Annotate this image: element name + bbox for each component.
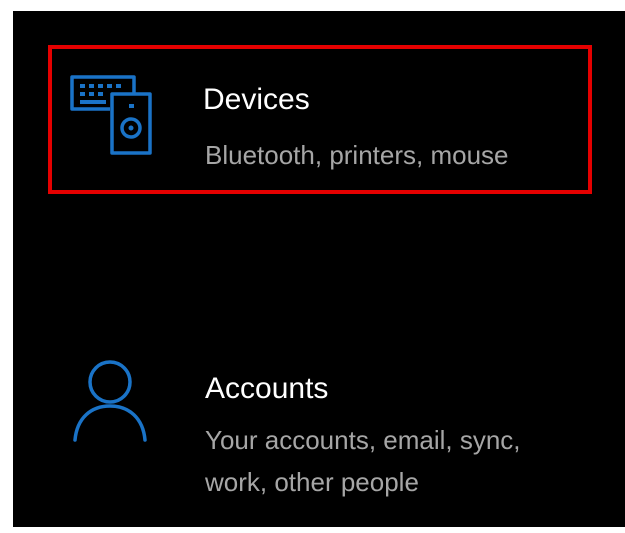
accounts-title: Accounts xyxy=(205,372,329,405)
settings-tile-devices[interactable]: Devices Bluetooth, printers, mouse xyxy=(48,45,590,192)
devices-icon xyxy=(70,75,152,155)
devices-description: Bluetooth, printers, mouse xyxy=(205,140,509,170)
person-icon xyxy=(73,360,147,442)
accounts-description-line-1: Your accounts, email, sync, xyxy=(205,425,521,455)
accounts-description-line-2: work, other people xyxy=(205,467,419,497)
settings-tile-accounts[interactable]: Accounts Your accounts, email, sync, wor… xyxy=(48,340,608,520)
devices-title: Devices xyxy=(203,83,310,116)
